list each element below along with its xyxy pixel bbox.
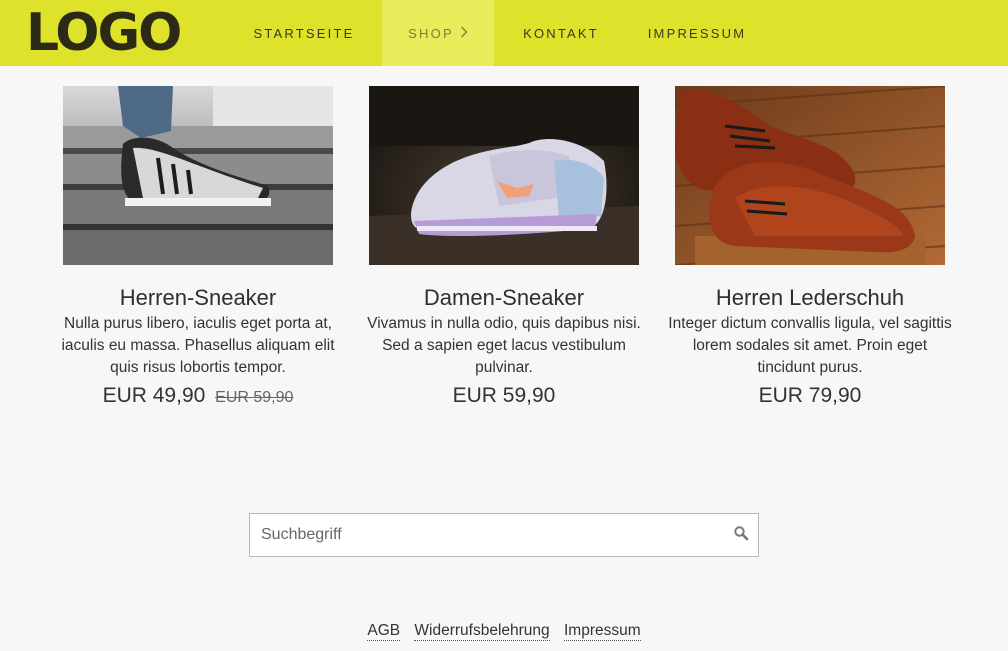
womens-sneaker-photo[interactable] bbox=[369, 86, 639, 265]
logo[interactable]: LOGO bbox=[0, 0, 226, 66]
main-nav: STARTSEITE SHOP KONTAKT IMPRESSUM bbox=[226, 0, 766, 66]
chevron-right-icon bbox=[460, 26, 468, 41]
search-icon bbox=[733, 525, 749, 546]
current-price: EUR 49,90 bbox=[102, 384, 206, 407]
footer-link-agb[interactable]: AGB bbox=[367, 622, 401, 641]
product-title[interactable]: Damen-Sneaker bbox=[351, 285, 657, 311]
current-price: EUR 59,90 bbox=[452, 384, 556, 407]
leather-shoes-photo[interactable] bbox=[675, 86, 945, 265]
footer-link-widerrufsbelehrung[interactable]: Widerrufsbelehrung bbox=[414, 622, 550, 641]
search-box bbox=[249, 513, 759, 557]
product-description: Nulla purus libero, iaculis eget porta a… bbox=[61, 315, 335, 376]
nav-item-kontakt[interactable]: KONTAKT bbox=[494, 0, 628, 66]
product-price: EUR 59,90 bbox=[351, 383, 657, 409]
nav-item-shop[interactable]: SHOP bbox=[382, 0, 494, 66]
product-title[interactable]: Herren-Sneaker bbox=[45, 285, 351, 311]
footer-link-impressum[interactable]: Impressum bbox=[563, 622, 641, 641]
product-price: EUR 79,90 bbox=[657, 383, 963, 409]
nav-item-shop-label: SHOP bbox=[408, 25, 454, 41]
site-header: LOGO STARTSEITE SHOP KONTAKT IMPRESSUM bbox=[0, 0, 1008, 66]
product-card: Herren-Sneaker Nulla purus libero, iacul… bbox=[45, 86, 351, 411]
sneaker-on-stairs-photo[interactable] bbox=[63, 86, 333, 265]
search-input[interactable] bbox=[250, 514, 724, 556]
product-description: Vivamus in nulla odio, quis dapibus nisi… bbox=[367, 315, 641, 376]
product-card: Herren Lederschuh Integer dictum convall… bbox=[657, 86, 963, 409]
product-description: Integer dictum convallis ligula, vel sag… bbox=[668, 315, 952, 376]
nav-item-startseite[interactable]: STARTSEITE bbox=[226, 0, 382, 66]
nav-item-impressum[interactable]: IMPRESSUM bbox=[628, 0, 766, 66]
product-card: Damen-Sneaker Vivamus in nulla odio, qui… bbox=[351, 86, 657, 409]
product-price: EUR 49,90 EUR 59,90 bbox=[45, 383, 351, 411]
footer: AGB Widerrufsbelehrung Impressum bbox=[0, 622, 1008, 641]
current-price: EUR 79,90 bbox=[758, 384, 862, 407]
product-title[interactable]: Herren Lederschuh bbox=[657, 285, 963, 311]
search-button[interactable] bbox=[724, 514, 758, 556]
old-price: EUR 59,90 bbox=[215, 389, 294, 406]
